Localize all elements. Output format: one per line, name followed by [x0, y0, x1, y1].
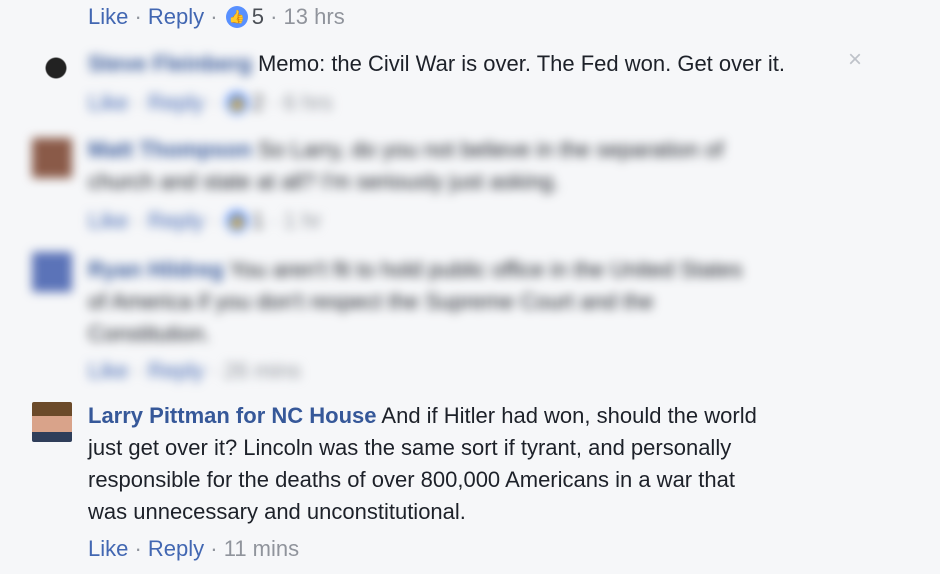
comment-actions: Like · Reply · 👍 2 · 6 hrs [88, 90, 333, 116]
close-icon[interactable]: × [848, 48, 862, 72]
reply-link[interactable]: Reply [148, 4, 204, 29]
reply-link[interactable]: Reply [148, 208, 204, 233]
comment: Matt Thompson So Larry, do you not belie… [88, 134, 848, 198]
comment-text: of America if you don't respect the Supr… [88, 289, 654, 314]
comment-time[interactable]: 6 hrs [284, 90, 333, 115]
comment-actions: Like · Reply · 11 mins [88, 536, 300, 562]
reaction-count[interactable]: 5 [252, 4, 264, 29]
like-reaction-icon[interactable]: 👍 [225, 92, 248, 115]
like-link[interactable]: Like [88, 208, 128, 233]
comment-author[interactable]: Steve Fleinberg [88, 51, 252, 76]
like-link[interactable]: Like [88, 4, 128, 29]
like-link[interactable]: Like [88, 90, 128, 115]
comment-text: You aren't fit to hold public office in … [229, 257, 743, 282]
comment-text: So Larry, do you not believe in the sepa… [257, 137, 724, 162]
comment-actions: Like · Reply · 26 mins [88, 358, 301, 384]
like-link[interactable]: Like [88, 358, 128, 383]
comment-time[interactable]: 1 hr [284, 208, 322, 233]
comment-time[interactable]: 13 hrs [284, 4, 345, 29]
comment: Ryan Hildreg You aren't fit to hold publ… [88, 254, 868, 350]
comment-text: Memo: the Civil War is over. The Fed won… [257, 51, 785, 76]
reaction-count[interactable]: 1 [252, 208, 264, 233]
comment: Larry Pittman for NC House And if Hitler… [88, 400, 848, 528]
avatar[interactable] [32, 46, 72, 86]
like-reaction-icon[interactable]: 👍 [225, 6, 248, 29]
comment-author[interactable]: Matt Thompson [88, 137, 252, 162]
like-link[interactable]: Like [88, 536, 128, 561]
comment-text: was unnecessary and unconstitutional. [88, 499, 466, 524]
comment-actions-top: Like · Reply · 👍 5 · 13 hrs [88, 4, 345, 30]
comment-time[interactable]: 26 mins [224, 358, 301, 383]
reply-link[interactable]: Reply [148, 358, 204, 383]
comment-time[interactable]: 11 mins [224, 536, 299, 561]
comment-text: church and state at all? I'm seriously j… [88, 169, 560, 194]
avatar[interactable] [32, 252, 72, 292]
comment-author[interactable]: Larry Pittman for NC House [88, 403, 377, 428]
avatar[interactable] [32, 138, 72, 178]
avatar[interactable] [32, 402, 72, 442]
comment-text: Constitution. [88, 321, 211, 346]
comment: Steve Fleinberg Memo: the Civil War is o… [88, 48, 848, 80]
comment-text: And if Hitler had won, should the world [381, 403, 757, 428]
like-reaction-icon[interactable]: 👍 [225, 210, 248, 233]
comment-body: Steve Fleinberg Memo: the Civil War is o… [88, 48, 848, 80]
reply-link[interactable]: Reply [148, 536, 204, 561]
comment-text: just get over it? Lincoln was the same s… [88, 435, 732, 460]
reply-link[interactable]: Reply [148, 90, 204, 115]
comment-text: responsible for the deaths of over 800,0… [88, 467, 735, 492]
comment-author[interactable]: Ryan Hildreg [88, 257, 224, 282]
reaction-count[interactable]: 2 [252, 90, 264, 115]
comment-actions: Like · Reply · 👍 1 · 1 hr [88, 208, 322, 234]
